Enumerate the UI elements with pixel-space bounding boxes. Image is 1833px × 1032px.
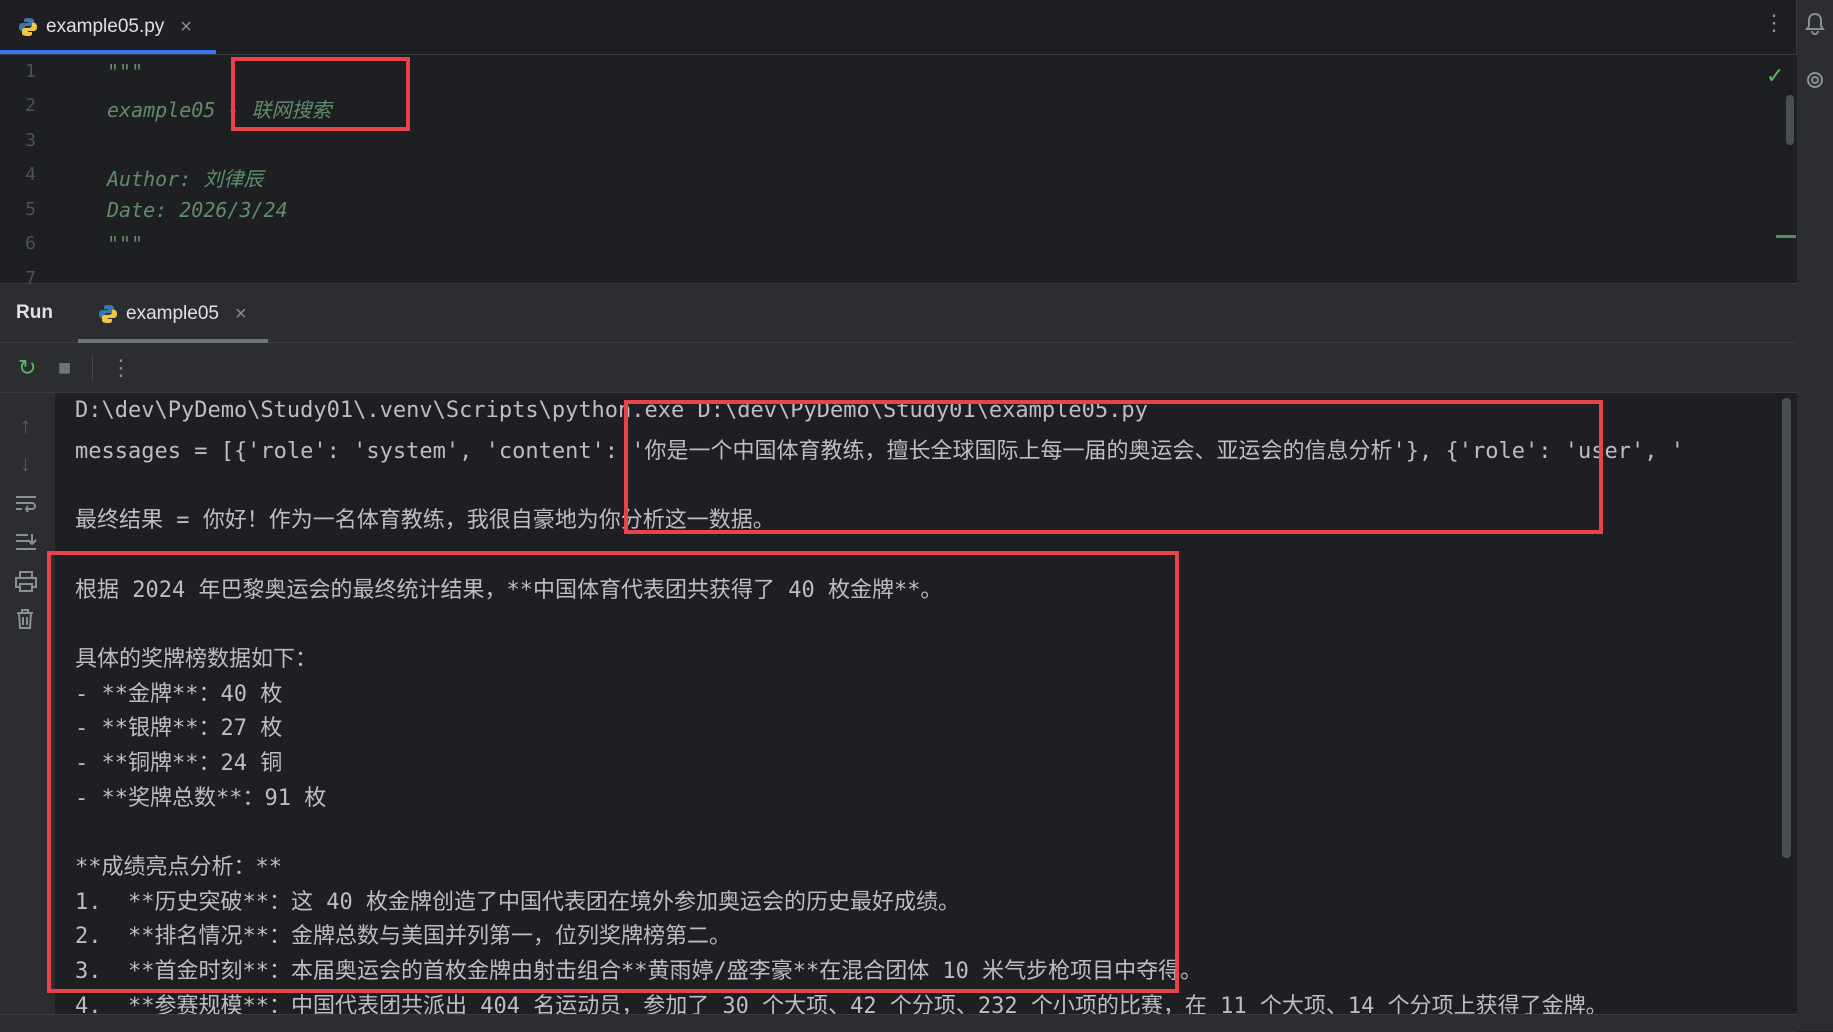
run-toolbar: ↻ ■ ⋮ (0, 343, 1797, 393)
line-number: 6 (25, 233, 36, 254)
python-icon (99, 305, 117, 323)
line-number: 1 (25, 61, 36, 82)
print-icon[interactable] (14, 570, 38, 592)
run-tab-example05[interactable]: example05 × (78, 284, 268, 344)
line-number: 5 (25, 199, 36, 220)
editor-scrollbar[interactable] (1786, 95, 1794, 145)
line-number: 2 (25, 95, 36, 116)
down-arrow-icon[interactable]: ↓ (20, 451, 31, 477)
console-line: D:\dev\PyDemo\Study01\.venv\Scripts\pyth… (75, 398, 1148, 423)
active-tab-indicator (0, 50, 216, 54)
editor-tab-example05[interactable]: example05.py × (0, 0, 216, 54)
rerun-icon[interactable]: ↻ (18, 355, 36, 381)
console-line: - **铜牌**：24 铜 (75, 751, 283, 776)
console-line: - **银牌**：27 枚 (75, 716, 283, 741)
more-options-icon[interactable]: ⋮ (110, 355, 132, 381)
code-line: example05 - 联网搜索 (107, 98, 332, 122)
python-icon (19, 18, 37, 36)
console-line: messages = [{'role': 'system', 'content'… (75, 439, 1684, 464)
code-editor[interactable]: 1 2 3 4 5 6 7 """ example05 - 联网搜索 Autho… (0, 55, 1797, 283)
more-options-icon[interactable]: ⋮ (1763, 10, 1785, 36)
scroll-to-end-icon[interactable] (14, 531, 38, 551)
console-side-toolbar: ↑ ↓ (0, 393, 55, 1031)
toolbar-divider (92, 355, 93, 381)
console-line: 3. **首金时刻**：本届奥运会的首枚金牌由射击组合**黄雨婷/盛李豪**在混… (75, 959, 1203, 984)
console-line: **成绩亮点分析：** (75, 855, 282, 880)
console-line: 具体的奖牌榜数据如下： (75, 647, 318, 672)
no-problems-check-icon[interactable]: ✓ (1766, 63, 1784, 89)
run-tab-label: example05 (126, 303, 219, 324)
line-number: 3 (25, 130, 36, 151)
console-line: 根据 2024 年巴黎奥运会的最终统计结果，**中国体育代表团共获得了 40 枚… (75, 578, 943, 603)
close-icon[interactable]: × (180, 16, 192, 39)
soft-wrap-icon[interactable] (14, 493, 38, 513)
console-line: 1. **历史突破**：这 40 枚金牌创造了中国代表团在境外参加奥运会的历史最… (75, 890, 960, 915)
console-output[interactable]: D:\dev\PyDemo\Study01\.venv\Scripts\pyth… (55, 393, 1797, 1031)
code-line: """ (107, 232, 144, 256)
console-scrollbar[interactable] (1782, 398, 1791, 858)
up-arrow-icon[interactable]: ↑ (20, 413, 31, 439)
ai-assistant-icon[interactable] (1805, 70, 1825, 90)
line-number: 4 (25, 164, 36, 185)
change-marker (1776, 235, 1796, 238)
line-number: 7 (25, 268, 36, 283)
stop-icon[interactable]: ■ (58, 355, 71, 381)
console-line: - **奖牌总数**：91 枚 (75, 786, 327, 811)
status-bar (0, 1014, 1797, 1032)
trash-icon[interactable] (14, 608, 36, 630)
editor-tab-label: example05.py (46, 16, 165, 37)
run-tool-window-header: Run example05 × (0, 283, 1797, 343)
notifications-icon[interactable] (1805, 12, 1825, 36)
console-line: - **金牌**：40 枚 (75, 682, 283, 707)
code-line: Author: 刘律辰 (107, 167, 264, 191)
code-line: Date: 2026/3/24 (107, 198, 288, 222)
console-line: 最终结果 = 你好！作为一名体育教练，我很自豪地为你分析这一数据。 (75, 508, 775, 533)
close-icon[interactable]: × (235, 303, 247, 326)
right-tool-strip (1796, 0, 1833, 1031)
editor-tab-bar: example05.py × ⋮ (0, 0, 1797, 55)
console-line: 2. **排名情况**：金牌总数与美国并列第一，位列奖牌榜第二。 (75, 924, 731, 949)
run-panel-title: Run (16, 302, 53, 323)
code-line: """ (107, 60, 144, 84)
